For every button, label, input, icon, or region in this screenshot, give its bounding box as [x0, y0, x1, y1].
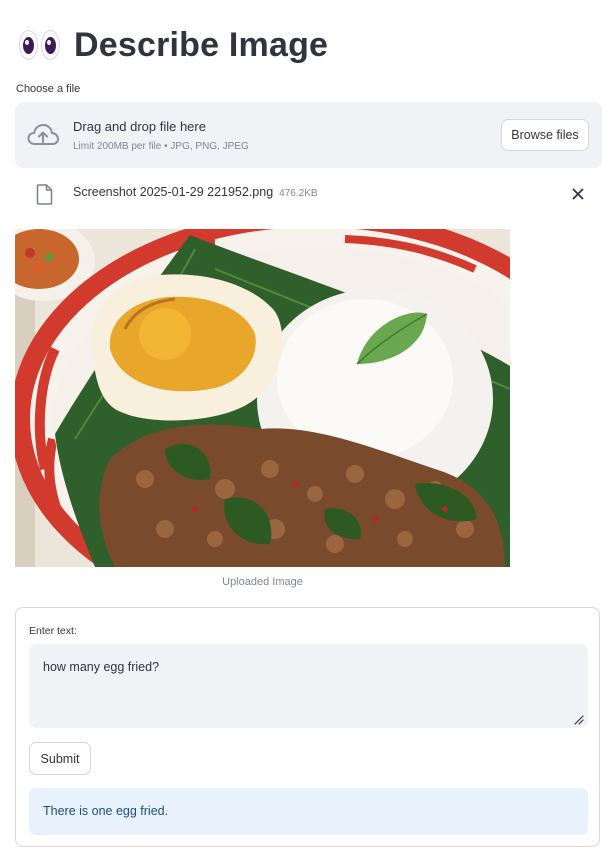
dropzone-subtitle: Limit 200MB per file • JPG, PNG, JPEG [73, 141, 249, 152]
image-caption: Uploaded Image [222, 576, 303, 588]
file-name-text: Screenshot 2025-01-29 221952.png 476.2KB [73, 185, 318, 199]
result-message: There is one egg fried. [29, 788, 588, 835]
submit-button[interactable]: Submit [29, 742, 91, 775]
uploaded-image [15, 229, 510, 567]
page-title: Describe Image [74, 25, 329, 64]
file-size: 476.2KB [279, 188, 318, 199]
eyes-emoji-icon [18, 28, 62, 62]
resize-handle-icon[interactable] [574, 715, 584, 725]
close-icon[interactable] [569, 185, 587, 203]
file-dropzone[interactable]: Drag and drop file here Limit 200MB per … [15, 102, 602, 168]
page-header: Describe Image [18, 22, 328, 68]
uploader-label: Choose a file [16, 83, 81, 95]
uploaded-file-row: Screenshot 2025-01-29 221952.png 476.2KB [15, 176, 602, 214]
cloud-upload-icon [27, 123, 59, 145]
file-name: Screenshot 2025-01-29 221952.png [73, 185, 274, 199]
text-input-label: Enter text: [29, 625, 77, 637]
query-form: Enter text: how many egg fried? Submit T… [15, 607, 600, 847]
dropzone-title: Drag and drop file here [73, 119, 206, 134]
food-photo [15, 229, 510, 567]
browse-files-button[interactable]: Browse files [501, 119, 589, 151]
query-textarea[interactable]: how many egg fried? [29, 644, 588, 728]
file-icon [36, 184, 53, 205]
query-text: how many egg fried? [43, 660, 160, 674]
